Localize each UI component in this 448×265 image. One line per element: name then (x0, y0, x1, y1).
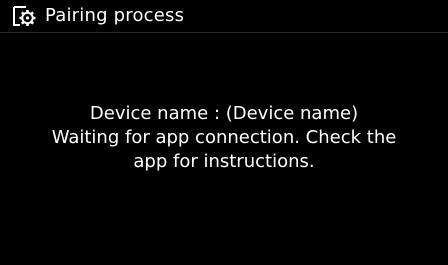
page-title: Pairing process (45, 5, 185, 26)
settings-gear-icon (11, 5, 37, 27)
status-text-line-2: app for instructions. (133, 151, 315, 172)
pairing-screen: Pairing process Device name : (Device na… (0, 0, 448, 265)
device-name-text: Device name : (Device name) (89, 103, 359, 124)
status-text-line-1: Waiting for app connection. Check the (51, 127, 397, 148)
pairing-message: Device name : (Device name) Waiting for … (0, 102, 448, 174)
title-bar: Pairing process (0, 0, 448, 33)
